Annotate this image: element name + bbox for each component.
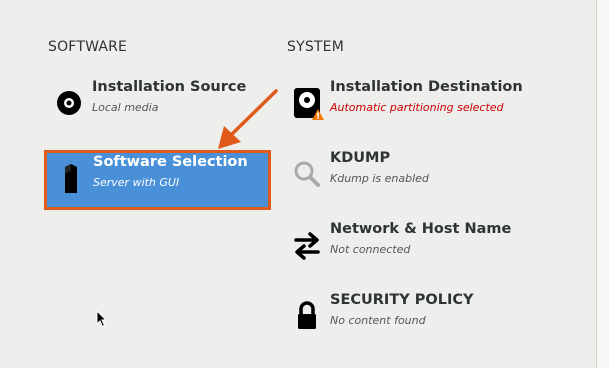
installation-destination-status: Automatic partitioning selected bbox=[330, 101, 504, 114]
installation-destination-title: Installation Destination bbox=[330, 79, 523, 95]
disc-icon bbox=[52, 84, 86, 120]
system-section-title: SYSTEM bbox=[287, 39, 345, 55]
installation-destination-spoke[interactable]: Installation Destination Automatic parti… bbox=[284, 78, 523, 134]
kdump-title: KDUMP bbox=[330, 150, 391, 166]
network-host-status: Not connected bbox=[330, 243, 411, 256]
network-arrows-icon bbox=[290, 226, 324, 262]
software-selection-status: Server with GUI bbox=[93, 176, 180, 189]
software-selection-spoke[interactable]: Software Selection Server with GUI bbox=[44, 150, 271, 210]
search-icon bbox=[290, 155, 324, 191]
network-host-spoke[interactable]: Network & Host Name Not connected bbox=[284, 220, 511, 276]
lock-icon bbox=[290, 297, 324, 333]
security-policy-spoke[interactable]: SECURITY POLICY No content found bbox=[284, 291, 506, 347]
installation-source-status: Local media bbox=[92, 101, 159, 114]
network-host-title: Network & Host Name bbox=[330, 221, 512, 237]
package-icon bbox=[53, 159, 87, 195]
security-policy-title: SECURITY POLICY bbox=[330, 292, 474, 308]
security-policy-status: No content found bbox=[330, 314, 426, 327]
right-panel-edge bbox=[596, 0, 609, 368]
software-selection-title: Software Selection bbox=[93, 154, 248, 170]
kdump-status: Kdump is enabled bbox=[330, 172, 429, 185]
mouse-cursor-icon bbox=[96, 310, 108, 328]
software-section-title: SOFTWARE bbox=[48, 39, 128, 55]
kdump-spoke[interactable]: KDUMP Kdump is enabled bbox=[284, 149, 506, 205]
annotation-arrow bbox=[218, 89, 278, 149]
harddisk-warning-icon bbox=[290, 84, 324, 120]
